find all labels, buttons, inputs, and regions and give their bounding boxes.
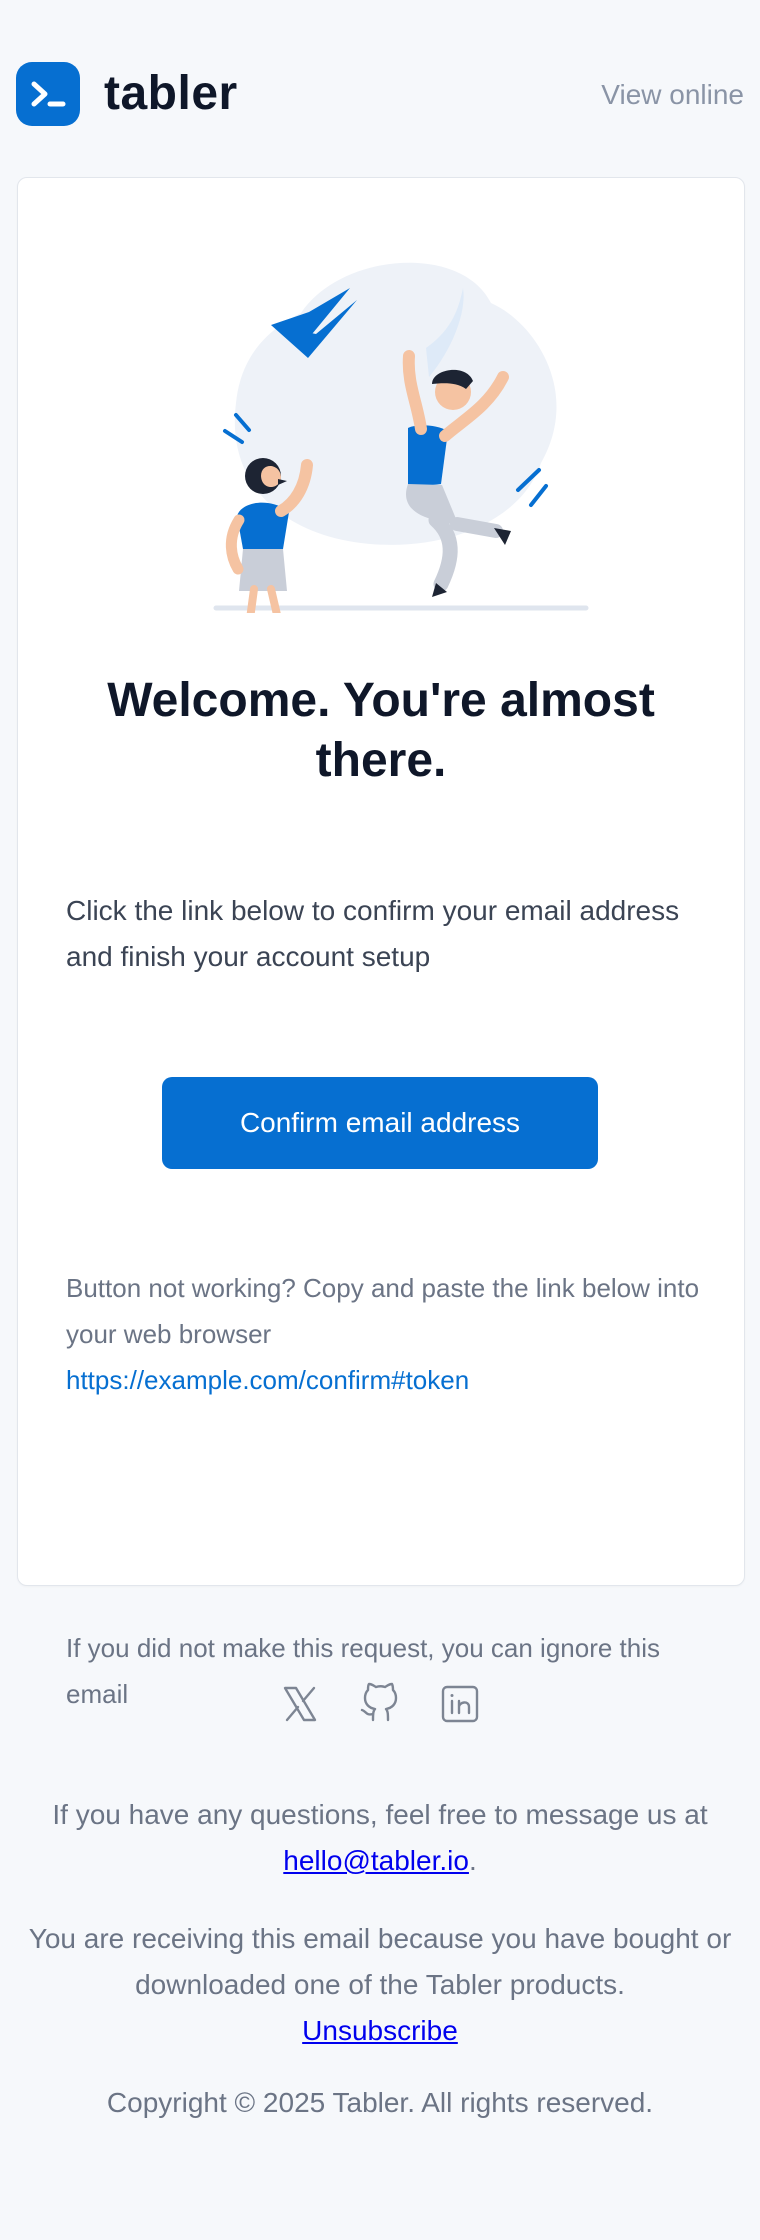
email-header: tabler View online [16,62,744,128]
confirm-email-button[interactable]: Confirm email address [162,1077,598,1169]
receiving-text: You are receiving this email because you… [28,1923,732,2000]
brand-name: tabler [104,67,238,120]
questions-text: If you have any questions, feel free to … [16,1792,744,1884]
fallback-instructions: Button not working? Copy and paste the l… [66,1265,726,1403]
email-card: Welcome. You're almost there. Click the … [17,177,745,1709]
terminal-prompt-icon [16,62,80,126]
social-links [278,1682,482,1728]
period: . [468,1845,477,1876]
fallback-text: Button not working? Copy and paste the l… [66,1273,700,1349]
confirmation-link[interactable]: https://example.com/confirm#token [66,1365,469,1395]
unsubscribe-link[interactable]: Unsubscribe [302,2015,458,2046]
x-icon[interactable] [278,1682,322,1726]
receiving-notice: You are receiving this email because you… [16,1916,744,2054]
questions-label: If you have any questions, feel free to … [52,1799,708,1830]
support-email-link[interactable]: hello@tabler.io [283,1845,469,1876]
celebrating-people-illustration [191,233,611,626]
github-icon[interactable] [358,1682,402,1726]
email-title: Welcome. You're almost there. [107,674,655,787]
view-online-link[interactable]: View online [601,79,744,111]
linkedin-icon[interactable] [438,1682,482,1726]
copyright-text: Copyright © 2025 Tabler. All rights rese… [106,2087,654,2118]
intro-text: Click the link below to confirm your ema… [66,895,680,972]
